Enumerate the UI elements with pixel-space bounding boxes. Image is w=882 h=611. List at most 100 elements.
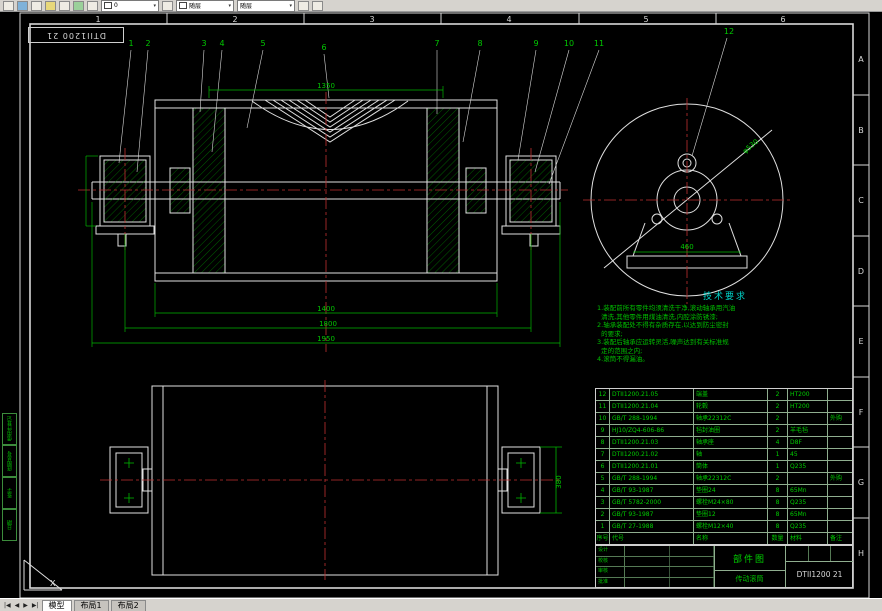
copy-icon[interactable] <box>73 0 84 11</box>
undo-icon[interactable] <box>298 0 309 11</box>
zone-top-6: 6 <box>780 15 785 24</box>
layer-combo[interactable]: 0 ▾ <box>101 0 159 12</box>
signature-label: 设计 <box>596 546 625 556</box>
statusbar: |◀ ◀ ▶ ▶| 模型 布局1 布局2 <box>0 598 882 611</box>
title-block-small-cells <box>786 546 853 562</box>
signature-label: 审核 <box>596 567 625 577</box>
bom-row: 9 HJ10/ZQ4-606-86 毡封油圈 2 羊毛毡 <box>596 425 852 437</box>
zone-top-4: 4 <box>506 15 511 24</box>
new-icon[interactable] <box>3 0 14 11</box>
signature-space <box>625 567 670 577</box>
bom-cell-remark <box>828 509 852 520</box>
tab-layout2[interactable]: 布局2 <box>110 599 146 611</box>
bom-cell-remark <box>828 425 852 436</box>
technical-requirements-lines: 1.装配前所有零件均须清洗干净,滚动轴承用汽油 清洗,其他零件用煤油清洗,内腔涂… <box>597 304 853 364</box>
balloon-3: 3 <box>201 39 206 48</box>
signature-space <box>670 546 714 556</box>
chevron-down-icon: ▾ <box>289 2 292 9</box>
zone-top-1: 1 <box>95 15 100 24</box>
bom-row: 11 DTII1200.21.04 轮毂 2 HT200 <box>596 401 852 413</box>
bom-cell-code: GB/T 93-1987 <box>610 485 694 496</box>
signature-space <box>670 567 714 577</box>
bom-header-no: 序号 <box>596 533 610 544</box>
tab-layout1[interactable]: 布局1 <box>73 599 109 611</box>
layer-combo-value: 0 <box>114 2 118 9</box>
zone-right-h: H <box>858 549 864 558</box>
bom-row: 2 GB/T 93-1987 垫圈12 8 65Mn <box>596 509 852 521</box>
color-combo-value: 随层 <box>189 3 202 10</box>
open-icon[interactable] <box>17 0 28 11</box>
balloon-1: 1 <box>128 39 133 48</box>
bom-cell-no: 2 <box>596 509 610 520</box>
part-name-cell: 传动滚筒 <box>714 571 786 587</box>
bom-row: 5 GB/T 288-1994 轴承22312C 2 外购 <box>596 473 852 485</box>
signature-label: 批准 <box>596 577 625 587</box>
bom-cell-qty: 2 <box>768 389 788 400</box>
bom-cell-code: DTII1200.21.01 <box>610 461 694 472</box>
tab-nav-prev-icon[interactable]: ◀ <box>14 602 21 609</box>
balloon-5: 5 <box>260 39 265 48</box>
bom-cell-remark: 外购 <box>830 475 843 482</box>
color-combo[interactable]: 随层 ▾ <box>176 0 234 12</box>
bom-cell-remark <box>828 389 852 400</box>
balloon-9: 9 <box>533 39 538 48</box>
bom-cell-remark <box>828 401 852 412</box>
paste-icon[interactable] <box>87 0 98 11</box>
signature-row: 设计 <box>596 546 714 557</box>
bom-row: 3 GB/T 5782-2000 螺栓M24×80 8 Q235 <box>596 497 852 509</box>
margin-box-label: 日期 <box>2 509 17 541</box>
dim-drum-length: 1400 <box>317 305 335 313</box>
balloon-8: 8 <box>477 39 482 48</box>
dim-disc-span: 1350 <box>317 82 335 90</box>
signature-label: 校核 <box>596 556 625 566</box>
tab-nav-last-icon[interactable]: ▶| <box>31 602 40 609</box>
bom-row: 7 DTII1200.21.02 轴 1 45 <box>596 449 852 461</box>
tab-model[interactable]: 模型 <box>41 599 72 611</box>
small-cell <box>809 546 832 561</box>
bom-cell-name: 轮毂 <box>694 401 768 412</box>
bom-cell-qty: 1 <box>768 461 788 472</box>
bom-cell-mat: HT200 <box>788 389 828 400</box>
redo-icon[interactable] <box>312 0 323 11</box>
linetype-combo[interactable]: 随层 ▾ <box>237 0 295 12</box>
bom-header-remark: 备注 <box>830 535 843 542</box>
balloon-2: 2 <box>145 39 150 48</box>
bom-cell-code: GB/T 288-1994 <box>610 413 694 424</box>
save-icon[interactable] <box>31 0 42 11</box>
bom-cell-no: 5 <box>596 473 610 484</box>
bom-header-mat: 材料 <box>788 533 828 544</box>
title-block-signatures: 设计 校核 审核 批准 <box>596 546 715 587</box>
bom-cell-code: DTII1200.21.02 <box>610 449 694 460</box>
sheet-corner-label: DTII1200 21 <box>28 27 124 43</box>
bom-cell-mat: D8F <box>788 437 828 448</box>
cut-icon[interactable] <box>59 0 70 11</box>
tab-nav-first-icon[interactable]: |◀ <box>3 602 12 609</box>
bom-cell-name: 垫圈12 <box>694 509 768 520</box>
bom-cell-mat: Q235 <box>788 461 828 472</box>
bom-cell-name: 轴 <box>694 449 768 460</box>
bom-cell-code: DTII1200.21.04 <box>610 401 694 412</box>
print-icon[interactable] <box>45 0 56 11</box>
signature-row: 审核 <box>596 567 714 578</box>
bom-cell-name: 轴承22312C <box>694 473 768 484</box>
color-swatch <box>179 2 187 9</box>
margin-box-label: 底图总号 <box>2 445 17 477</box>
bom-cell-no: 1 <box>596 521 610 532</box>
tab-nav-next-icon[interactable]: ▶ <box>22 602 29 609</box>
bom-cell-code: DTII1200.21.03 <box>610 437 694 448</box>
zone-right-g: G <box>858 478 864 487</box>
technical-requirement-line: 定的范围之内; <box>597 346 643 355</box>
layers-icon[interactable] <box>162 0 173 11</box>
bom-cell-remark <box>828 449 852 460</box>
technical-requirement-line: 清洗,其他零件用煤油清洗,内腔涂防锈漆; <box>597 312 718 321</box>
dim-block-height: 380 <box>555 475 563 488</box>
margin-boxes: 借用件登记 底图总号 签字 日期 <box>2 413 17 541</box>
dim-shaft-length: 1950 <box>317 335 335 343</box>
bom-cell-no: 6 <box>596 461 610 472</box>
bom-cell-name: 端盖 <box>694 389 768 400</box>
doc-type-cell: 部件图 <box>714 546 786 571</box>
bom-cell-qty: 8 <box>768 521 788 532</box>
bom-cell-name: 垫圈24 <box>694 485 768 496</box>
zone-right-c: C <box>858 196 864 205</box>
bom-cell-name: 毡封油圈 <box>694 425 768 436</box>
